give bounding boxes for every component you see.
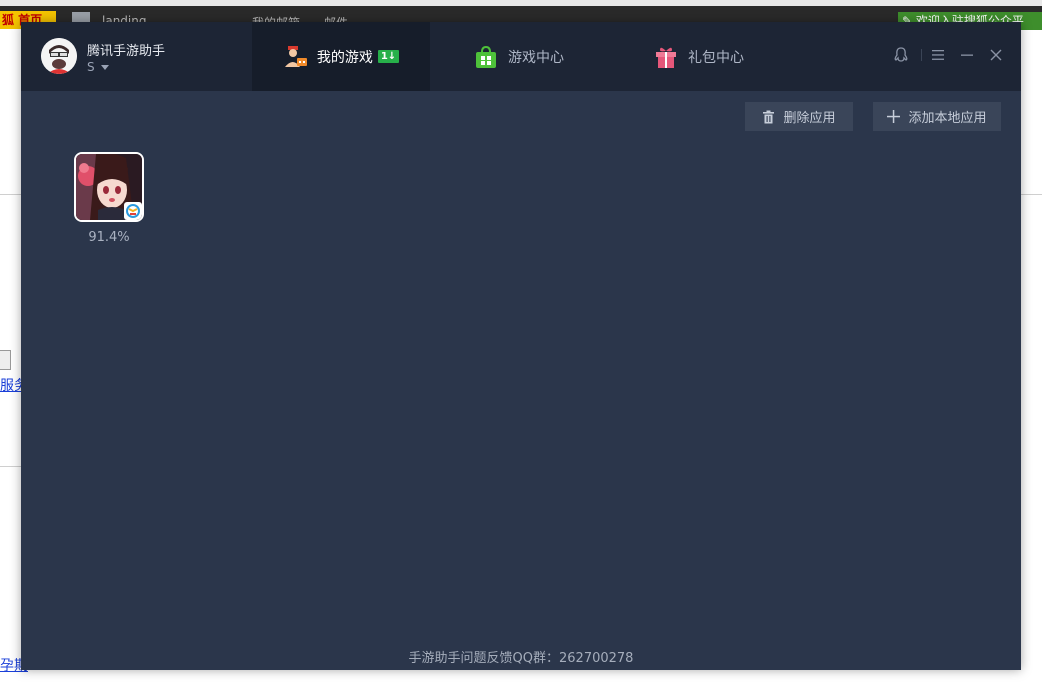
feedback-footer: 手游助手问题反馈QQ群：262700278 — [408, 651, 634, 666]
user-avatar[interactable] — [41, 38, 77, 74]
browser-toolbar — [0, 6, 1042, 22]
penguin-icon — [894, 47, 908, 62]
close-icon — [990, 49, 1002, 61]
control-divider — [921, 49, 922, 61]
app-window: 腾讯手游助手 S 我的游戏 1↓ 游戏中心 礼包中心 删除应用 添加本地应用 9… — [21, 22, 1021, 670]
background-button[interactable] — [0, 350, 11, 370]
caret-down-icon — [100, 65, 109, 70]
hamburger-icon — [932, 50, 944, 60]
tab-gift-center[interactable]: 礼包中心 — [654, 22, 744, 91]
menu-button[interactable] — [929, 46, 947, 64]
game-icon-tile[interactable] — [74, 152, 144, 222]
gift-icon — [656, 47, 676, 68]
tab-game-center[interactable]: 游戏中心 — [474, 22, 564, 91]
anime-game-icon — [76, 154, 142, 220]
tab-my-games-label: 我的游戏 — [316, 49, 373, 66]
account-switcher[interactable]: S — [87, 60, 109, 74]
tab-game-center-label: 游戏中心 — [508, 49, 564, 66]
minimize-icon — [961, 54, 973, 56]
close-button[interactable] — [987, 46, 1005, 64]
tab-gift-center-label: 礼包中心 — [688, 49, 744, 66]
username: S — [87, 60, 95, 74]
qq-penguin-button[interactable] — [892, 46, 910, 64]
background-link-service[interactable]: 服务 — [0, 375, 21, 395]
background-divider — [0, 194, 21, 195]
delete-app-label: 删除应用 — [783, 111, 836, 126]
tab-my-games[interactable]: 我的游戏 1↓ — [252, 22, 430, 91]
minimize-button[interactable] — [958, 46, 976, 64]
background-divider — [1021, 194, 1042, 195]
background-divider — [0, 466, 21, 467]
avatar-face-icon — [41, 38, 77, 74]
add-local-app-button[interactable]: 添加本地应用 — [873, 102, 1001, 131]
download-progress: 91.4% — [88, 230, 130, 245]
plus-icon — [887, 110, 901, 123]
trash-icon — [763, 110, 775, 123]
delete-app-button[interactable]: 删除应用 — [745, 102, 853, 131]
shopping-bag-icon — [476, 45, 496, 68]
download-badge: 1↓ — [377, 50, 400, 63]
my-games-icon — [284, 45, 307, 67]
app-header: 腾讯手游助手 S 我的游戏 1↓ 游戏中心 礼包中心 — [21, 22, 1021, 91]
app-name: 腾讯手游助手 — [87, 44, 166, 59]
add-local-app-label: 添加本地应用 — [908, 111, 987, 126]
